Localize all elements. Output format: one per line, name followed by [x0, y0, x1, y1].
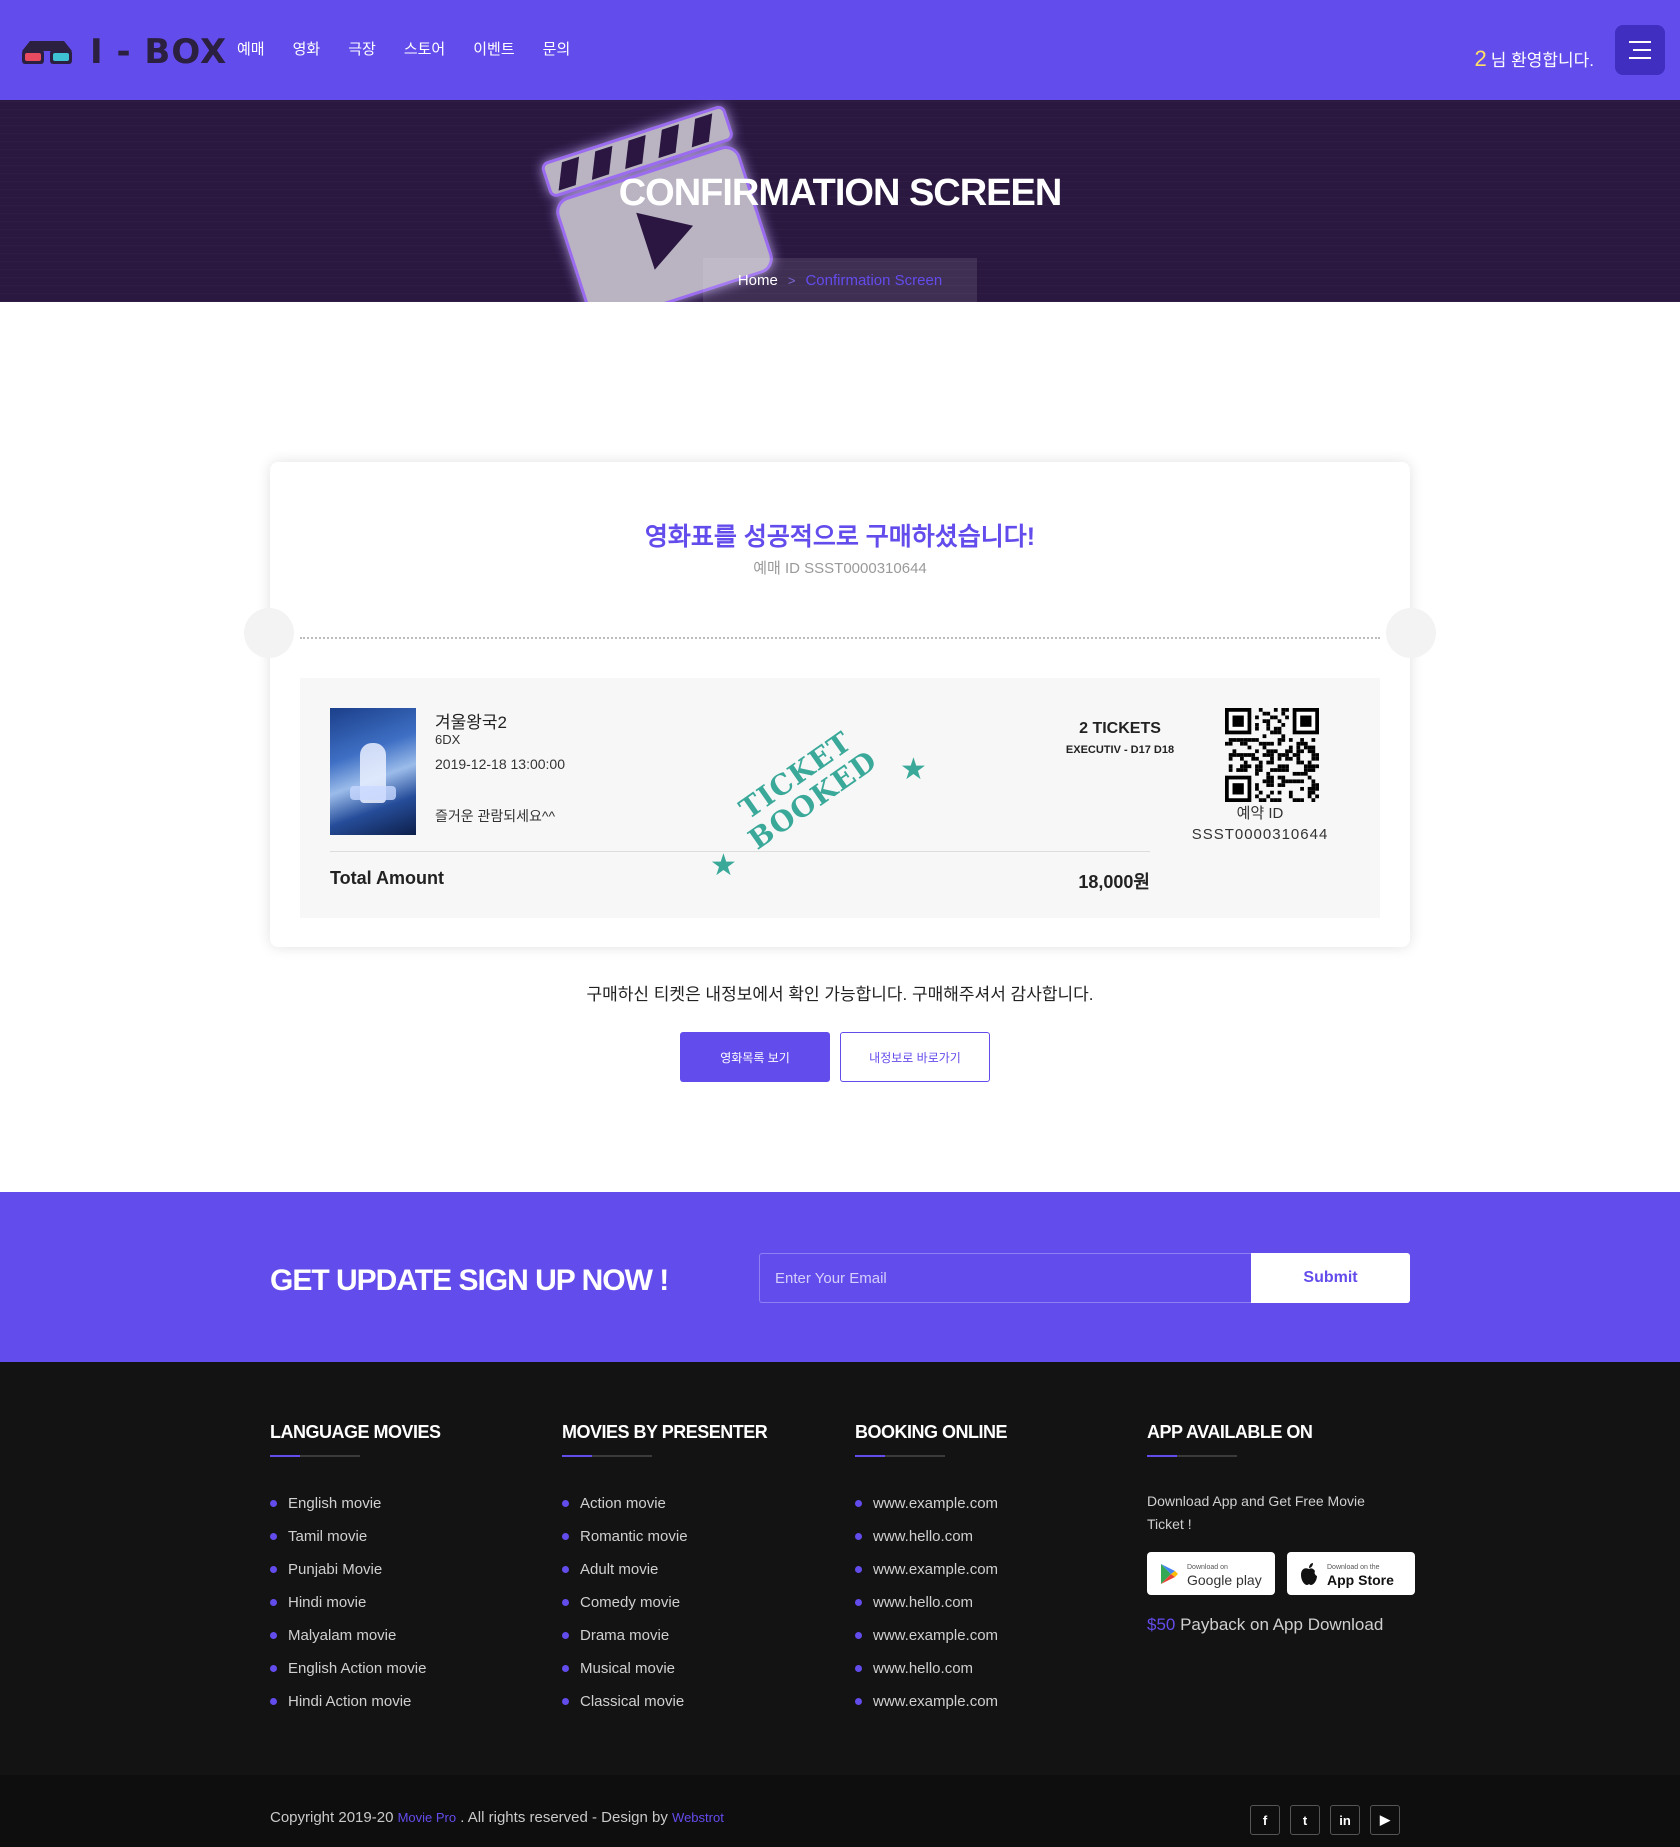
google-play-icon — [1161, 1563, 1178, 1584]
movie-list-button[interactable]: 영화목록 보기 — [680, 1032, 830, 1082]
payback-amount: $50 — [1147, 1615, 1176, 1634]
star-icon: ★ — [900, 753, 927, 786]
main-menu: 예매 영화 극장 스토어 이벤트 문의 — [237, 38, 598, 59]
top-navbar: I - BOX 예매 영화 극장 스토어 이벤트 문의 2님 환영합니다. — [0, 0, 1680, 100]
footer-link[interactable]: Punjabi Movie — [270, 1553, 441, 1586]
footer-link[interactable]: Tamil movie — [270, 1520, 441, 1553]
menu-item-contact[interactable]: 문의 — [543, 38, 571, 59]
movie-poster — [330, 708, 416, 835]
star-icon: ★ — [710, 849, 737, 882]
confirmation-card: 영화표를 성공적으로 구매하셨습니다! 예매 ID SSST0000310644… — [244, 462, 1436, 947]
footer-link[interactable]: www.hello.com — [855, 1520, 1007, 1553]
youtube-icon[interactable]: ▶ — [1370, 1805, 1400, 1835]
newsletter-section: GET UPDATE SIGN UP NOW ! Submit — [0, 1192, 1680, 1362]
movie-title: 겨울왕국2 — [435, 713, 508, 732]
footer-link[interactable]: www.example.com — [855, 1487, 1007, 1520]
seat-info: EXECUTIV - D17 D18 — [1065, 744, 1175, 756]
facebook-icon[interactable]: f — [1250, 1805, 1280, 1835]
footer-link[interactable]: www.example.com — [855, 1619, 1007, 1652]
total-divider — [330, 851, 1150, 852]
enjoy-message: 즐거운 관람되세요^^ — [435, 808, 556, 824]
footer-link[interactable]: www.hello.com — [855, 1586, 1007, 1619]
menu-item-theaters[interactable]: 극장 — [348, 38, 376, 59]
purchase-note: 구매하신 티켓은 내정보에서 확인 가능합니다. 구매해주셔서 감사합니다. — [586, 985, 1094, 1004]
menu-item-booking[interactable]: 예매 — [237, 38, 265, 59]
google-play-label: Google play — [1187, 1571, 1262, 1588]
footer-link[interactable]: Classical movie — [562, 1685, 767, 1718]
footer-link[interactable]: Comedy movie — [562, 1586, 767, 1619]
footer-link[interactable]: www.hello.com — [855, 1652, 1007, 1685]
ticket-details: 겨울왕국2 6DX 2019-12-18 13:00:00 즐거운 관람되세요^… — [300, 678, 1380, 918]
footer-col-booking: BOOKING ONLINE www.example.com www.hello… — [855, 1422, 1008, 1718]
my-info-button[interactable]: 내정보로 바로가기 — [840, 1032, 990, 1082]
footer-col-presenter: MOVIES BY PRESENTER Action movie Romanti… — [562, 1422, 768, 1718]
app-store-label: App Store — [1327, 1571, 1394, 1588]
showtime: 2019-12-18 13:00:00 — [435, 756, 565, 772]
breadcrumb-current: Confirmation Screen — [805, 271, 943, 289]
google-play-button[interactable]: Download on Google play — [1147, 1552, 1275, 1595]
ticket-booked-stamp: TICKET BOOKED — [726, 721, 883, 856]
logo-text: I - BOX — [90, 32, 228, 72]
footer-heading: MOVIES BY PRESENTER — [562, 1422, 768, 1442]
footer-link[interactable]: Action movie — [562, 1487, 767, 1520]
3d-glasses-icon — [22, 41, 72, 64]
booking-id-line: 예매 ID SSST0000310644 — [753, 560, 927, 577]
footer-link[interactable]: Hindi movie — [270, 1586, 441, 1619]
ticket-divider — [300, 637, 1380, 639]
menu-item-store[interactable]: 스토어 — [404, 38, 445, 59]
footer-heading: LANGUAGE MOVIES — [270, 1422, 441, 1442]
linkedin-icon[interactable]: in — [1330, 1805, 1360, 1835]
ticket-notch-left — [244, 608, 294, 658]
footer-col-language: LANGUAGE MOVIES English movie Tamil movi… — [270, 1422, 441, 1718]
designer-link[interactable]: Webstrot — [672, 1810, 724, 1825]
user-number: 2 — [1474, 46, 1487, 71]
hamburger-icon[interactable] — [1615, 25, 1665, 75]
total-label: Total Amount — [330, 868, 444, 888]
page-title: CONFIRMATION SCREEN — [618, 172, 1063, 214]
email-input[interactable] — [759, 1253, 1251, 1303]
menu-item-movies[interactable]: 영화 — [293, 38, 321, 59]
ticket-count: 2 TICKETS — [1079, 720, 1161, 737]
breadcrumb: Home > Confirmation Screen — [703, 258, 977, 302]
reservation-label: 예약 ID — [1236, 805, 1284, 822]
footer-link[interactable]: www.example.com — [855, 1685, 1007, 1718]
qr-code — [1225, 708, 1319, 802]
app-promo-text: Download App and Get Free Movie Ticket ! — [1147, 1493, 1365, 1532]
footer-link[interactable]: Malyalam movie — [270, 1619, 441, 1652]
ticket-notch-right — [1386, 608, 1436, 658]
payback-offer: $50 Payback on App Download — [1147, 1615, 1415, 1635]
breadcrumb-separator: > — [787, 272, 796, 288]
footer-link[interactable]: English movie — [270, 1487, 441, 1520]
apple-icon — [1301, 1562, 1317, 1585]
welcome-text: 님 환영합니다. — [1490, 51, 1594, 70]
footer-link[interactable]: Adult movie — [562, 1553, 767, 1586]
menu-item-events[interactable]: 이벤트 — [473, 38, 514, 59]
brand-link[interactable]: Movie Pro — [398, 1810, 457, 1825]
footer-link[interactable]: Hindi Action movie — [270, 1685, 441, 1718]
reservation-id: SSST0000310644 — [1191, 826, 1329, 843]
welcome-message: 2님 환영합니다. — [1474, 46, 1594, 72]
movie-format: 6DX — [435, 732, 461, 747]
footer-bottom-bar: Copyright 2019-20 Movie Pro . All rights… — [0, 1775, 1680, 1847]
total-amount: 18,000원 — [1078, 872, 1150, 892]
footer-heading: APP AVAILABLE ON — [1147, 1422, 1313, 1442]
breadcrumb-home[interactable]: Home — [738, 272, 778, 289]
footer-heading: BOOKING ONLINE — [855, 1422, 1008, 1442]
copyright: Copyright 2019-20 Movie Pro . All rights… — [270, 1809, 724, 1826]
social-links: f t in ▶ — [1250, 1805, 1400, 1835]
payback-text: Payback on App Download — [1175, 1615, 1384, 1634]
footer-link[interactable]: www.example.com — [855, 1553, 1007, 1586]
footer-col-app: APP AVAILABLE ON Download App and Get Fr… — [1147, 1422, 1415, 1635]
success-headline: 영화표를 성공적으로 구매하셨습니다! — [644, 523, 1036, 551]
logo[interactable]: I - BOX — [20, 32, 227, 72]
submit-button[interactable]: Submit — [1251, 1253, 1410, 1303]
footer-link[interactable]: Drama movie — [562, 1619, 767, 1652]
twitter-icon[interactable]: t — [1290, 1805, 1320, 1835]
footer-link[interactable]: Musical movie — [562, 1652, 767, 1685]
newsletter-title: GET UPDATE SIGN UP NOW ! — [270, 1264, 669, 1297]
footer-link[interactable]: Romantic movie — [562, 1520, 767, 1553]
app-store-button[interactable]: Download on the App Store — [1287, 1552, 1415, 1595]
footer-link[interactable]: English Action movie — [270, 1652, 441, 1685]
